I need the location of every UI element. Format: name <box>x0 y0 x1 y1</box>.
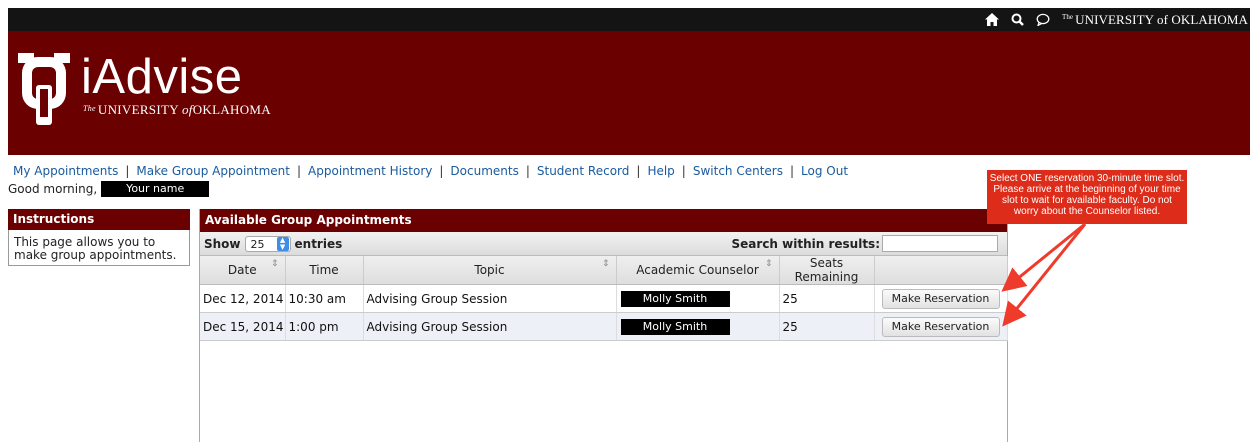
cell-time: 10:30 am <box>285 284 364 313</box>
available-appointments-panel: Available Group Appointments Show 25 ▲ ▼ … <box>199 209 1008 442</box>
greeting-text: Good morning, <box>8 182 98 196</box>
cell-seats: 25 <box>779 284 875 313</box>
column-academic-counselor[interactable]: Academic Counselor ⇕ <box>616 256 780 285</box>
counselor-name-redacted: Molly Smith <box>620 318 730 335</box>
search-icon[interactable] <box>1011 13 1024 26</box>
university-link[interactable]: The UNIVERSITY of OKLAHOMA <box>1062 12 1248 28</box>
nav-switch-centers[interactable]: Switch Centers <box>693 164 783 178</box>
ou-logo-icon[interactable] <box>18 53 76 130</box>
column-seats-remaining[interactable]: Seats Remaining <box>779 256 875 285</box>
university-wordmark: The UNIVERSITY ofOKLAHOMA <box>83 102 271 117</box>
column-topic[interactable]: Topic ⇕ <box>363 256 617 285</box>
make-reservation-button[interactable]: Make Reservation <box>881 316 1000 337</box>
top-bar: The UNIVERSITY of OKLAHOMA <box>8 8 1250 31</box>
make-reservation-button[interactable]: Make Reservation <box>881 288 1000 309</box>
app-title: iAdvise <box>81 50 243 104</box>
entries-control: Show 25 ▲ ▼ entries <box>204 236 343 252</box>
sort-icon: ⇕ <box>270 259 279 269</box>
instructions-body: This page allows you to make group appoi… <box>8 230 190 266</box>
instructions-title: Instructions <box>8 209 190 230</box>
cell-topic: Advising Group Session <box>363 284 617 313</box>
cell-topic: Advising Group Session <box>363 312 617 341</box>
cell-date: Dec 15, 2014 <box>200 312 286 341</box>
select-stepper-icon: ▲ ▼ <box>276 237 289 251</box>
nav-documents[interactable]: Documents <box>450 164 518 178</box>
chat-bubble-icon[interactable] <box>1036 13 1050 26</box>
table-toolbar: Show 25 ▲ ▼ entries Search within results… <box>200 232 1007 256</box>
table-row: Dec 12, 2014 10:30 am Advising Group Ses… <box>200 284 1008 313</box>
nav-my-appointments[interactable]: My Appointments <box>13 164 118 178</box>
cell-counselor: Molly Smith <box>616 312 780 341</box>
cell-date: Dec 12, 2014 <box>200 284 286 313</box>
cell-action: Make Reservation <box>874 312 1008 341</box>
cell-counselor: Molly Smith <box>616 284 780 313</box>
table-search: Search within results: <box>732 235 998 252</box>
cell-action: Make Reservation <box>874 284 1008 313</box>
column-action <box>874 256 1008 285</box>
nav-appointment-history[interactable]: Appointment History <box>308 164 432 178</box>
main-nav: My Appointments | Make Group Appointment | A… <box>13 164 849 178</box>
available-appointments-title: Available Group Appointments <box>200 209 1007 232</box>
top-bar-links: The UNIVERSITY of OKLAHOMA <box>984 8 1248 31</box>
nav-student-record[interactable]: Student Record <box>537 164 630 178</box>
annotation-callout: Select ONE reservation 30-minute time sl… <box>987 170 1187 224</box>
home-icon[interactable] <box>984 13 999 26</box>
nav-help[interactable]: Help <box>647 164 674 178</box>
table-row: Dec 15, 2014 1:00 pm Advising Group Sess… <box>200 312 1008 341</box>
counselor-name-redacted: Molly Smith <box>620 290 730 307</box>
search-label: Search within results: <box>731 236 880 251</box>
entries-select[interactable]: 25 ▲ ▼ <box>244 236 291 252</box>
cell-seats: 25 <box>779 312 875 341</box>
column-date[interactable]: Date ⇕ <box>200 256 286 285</box>
appointments-table: Date ⇕ Time Topic ⇕ Academic Counselor ⇕ Se… <box>200 256 1008 341</box>
instructions-panel: Instructions This page allows you to mak… <box>8 209 190 266</box>
sort-icon: ⇕ <box>601 259 610 269</box>
search-input[interactable] <box>882 235 998 252</box>
column-time[interactable]: Time <box>285 256 364 285</box>
nav-log-out[interactable]: Log Out <box>801 164 848 178</box>
user-name-redacted: Your name <box>101 181 210 197</box>
nav-make-group-appointment[interactable]: Make Group Appointment <box>136 164 290 178</box>
header-banner: iAdvise The UNIVERSITY ofOKLAHOMA <box>8 31 1250 155</box>
cell-time: 1:00 pm <box>285 312 364 341</box>
greeting: Good morning, Your name <box>8 181 210 197</box>
sort-icon: ⇕ <box>764 259 773 269</box>
